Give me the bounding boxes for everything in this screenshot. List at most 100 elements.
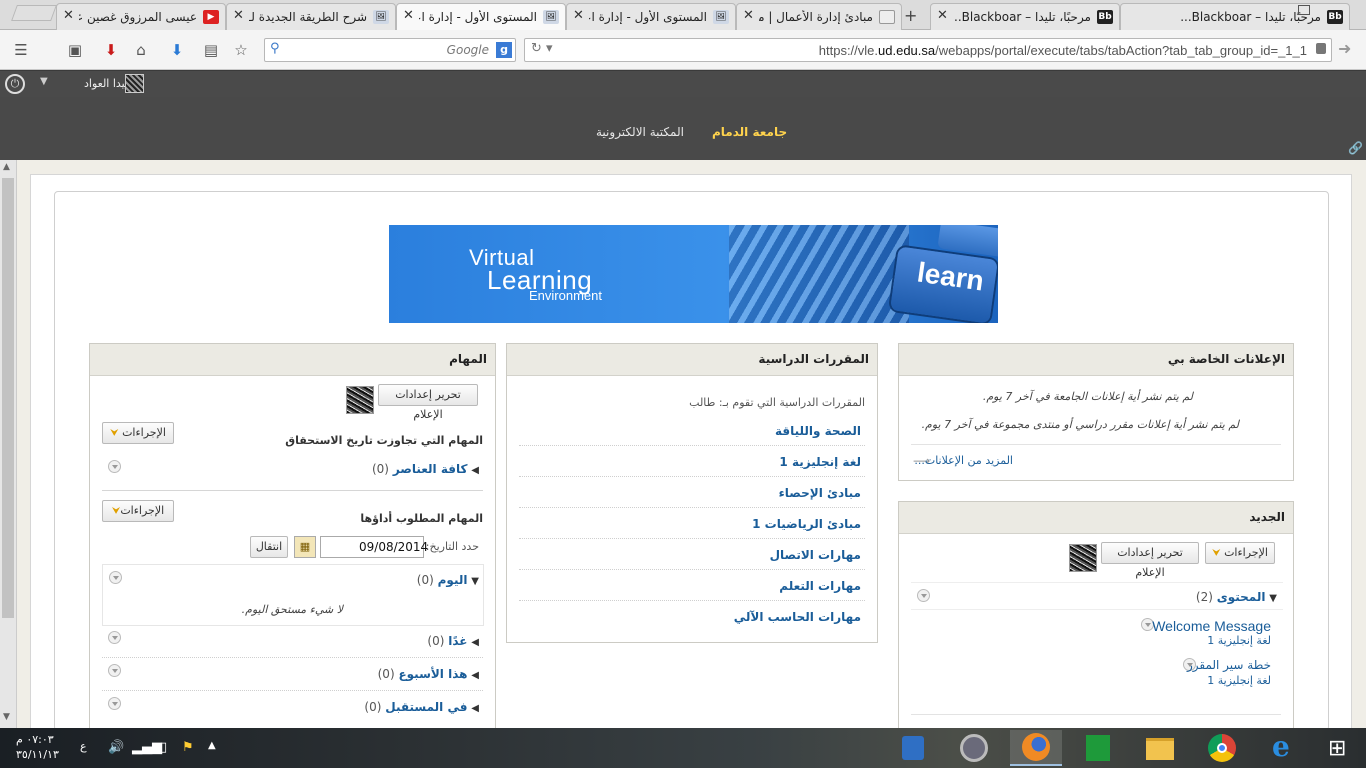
content-group-label: ▼ المحتوى (2) (1195, 590, 1277, 604)
go-arrow-icon[interactable]: ➜ (1338, 39, 1351, 58)
collapse-toggle-icon[interactable] (108, 664, 121, 677)
scrollbar-thumb[interactable] (2, 178, 14, 618)
module-header[interactable]: الجديد (899, 502, 1293, 534)
today-row[interactable]: ▼ اليوم (0) (417, 573, 479, 587)
clipboard-icon[interactable]: ▤ (200, 39, 222, 61)
actions-button[interactable]: الإجراءات ⮟ (102, 422, 174, 444)
user-menu-caret-icon[interactable]: ▼ (40, 76, 48, 87)
browser-tab[interactable]: ▶ عيسى المرزوق غصين علـ ✕ (56, 3, 226, 30)
collapse-toggle-icon[interactable] (917, 589, 930, 602)
close-tab-icon[interactable]: ✕ (573, 8, 584, 23)
browser-tab[interactable]: مبادئ إدارة الأعمال | من ✕ (736, 3, 902, 30)
windows-taskbar: ٠٧:٠٣ م ٣٥/١١/١٣ ع 🔊 ▂▄▆ ▯ ⚑ ▲ e ⊞ (0, 728, 1366, 768)
close-tab-icon[interactable]: ✕ (233, 8, 244, 23)
course-link[interactable]: الصحة واللياقة (775, 424, 861, 438)
actions-button[interactable]: الإجراءات ⮟ (1205, 542, 1275, 564)
due-date-input[interactable]: 09/08/2014 (320, 536, 428, 558)
input-language-indicator[interactable]: ع (80, 740, 87, 753)
more-announcements-link[interactable]: المزيد من الإعلانات... (914, 454, 1013, 467)
logout-power-icon[interactable]: ⏻ (5, 74, 25, 94)
new-item-title[interactable]: خطة سير المقرر (1187, 658, 1271, 672)
system-clock[interactable]: ٠٧:٠٣ م ٣٥/١١/١٣ (16, 732, 59, 762)
module-header[interactable]: الإعلانات الخاصة بي (899, 344, 1293, 376)
user-thumbnail (346, 386, 374, 414)
edit-notification-settings-button[interactable]: تحرير إعدادات الإعلام (378, 384, 478, 421)
course-link[interactable]: مهارات التعلم (779, 579, 861, 593)
browser-tab-active[interactable]: 🖼 المستوى الأول - إدارة اعـ ✕ (396, 3, 566, 31)
menu-hamburger-icon[interactable]: ☰ (10, 39, 32, 61)
collapse-toggle-icon[interactable] (108, 631, 121, 644)
tab-university[interactable]: جامعة الدمام (712, 125, 787, 139)
new-item-course[interactable]: لغة إنجليزية 1 (1207, 634, 1271, 647)
link-icon[interactable]: 🔗 (1348, 141, 1363, 155)
overdue-all-items-row[interactable]: ◀ كافة العناصر (0) (372, 462, 479, 476)
close-tab-icon[interactable]: ✕ (403, 8, 414, 23)
course-link[interactable]: مهارات الحاسب الآلي (734, 610, 861, 624)
reload-icon[interactable]: ↻ ▾ (531, 41, 553, 56)
chrome-taskbar-icon[interactable] (1196, 730, 1248, 766)
close-tab-icon[interactable]: ✕ (63, 8, 74, 23)
remote-app-taskbar-icon[interactable] (886, 730, 938, 766)
page-scrollbar[interactable]: ▲ ▼ (0, 160, 17, 728)
screenshot-addon-icon[interactable]: ▣ (64, 39, 86, 61)
close-tab-icon[interactable]: ✕ (743, 8, 754, 23)
youtube-icon: ▶ (203, 10, 219, 24)
internet-explorer-taskbar-icon[interactable]: e (1258, 730, 1310, 766)
course-link[interactable]: لغة إنجليزية 1 (779, 455, 861, 469)
collapse-toggle-icon[interactable] (108, 697, 121, 710)
calendar-icon[interactable]: ▦ (294, 536, 316, 558)
network-signal-icon[interactable]: ▂▄▆ (132, 740, 162, 755)
downloads-arrow-icon[interactable]: ⬇ (166, 39, 188, 61)
store-taskbar-icon[interactable] (1072, 730, 1124, 766)
browser-tab[interactable]: 🖼 شرح الطريقة الجديدة لـ ✕ (226, 3, 396, 30)
browser-tab[interactable]: Bb مرحبًا، تليدا – Blackboar... ✕ (930, 3, 1120, 30)
new-tab-plus-icon[interactable]: + (904, 6, 917, 25)
search-input[interactable]: ⚲ Google g (264, 38, 516, 62)
show-hidden-icons-caret[interactable]: ▲ (208, 740, 216, 751)
user-avatar[interactable] (125, 74, 144, 93)
banner-line-environment: Environment (529, 288, 602, 303)
edit-notification-settings-button[interactable]: تحرير إعدادات الإعلام (1101, 542, 1199, 579)
browser-tab[interactable]: Bb مرحبًا، تليدا – Blackboar... (1120, 3, 1350, 30)
address-bar[interactable]: ↻ ▾ https://vle.ud.edu.sa/webapps/portal… (524, 38, 1332, 62)
scroll-down-icon[interactable]: ▼ (3, 712, 10, 722)
divider (519, 445, 865, 446)
course-link[interactable]: مهارات الاتصال (770, 548, 861, 562)
browser-tab[interactable]: 🖼 المستوى الأول - إدارة اعـ ✕ (566, 3, 736, 30)
module-header[interactable]: المهام (90, 344, 495, 376)
tab-e-library[interactable]: المكتبة الالكترونية (596, 125, 684, 139)
new-item-title[interactable]: Welcome Message (1152, 618, 1271, 634)
page-thumbnail-icon: 🖼 (543, 10, 559, 24)
content-group-row[interactable]: ▼ المحتوى (2) (911, 582, 1283, 610)
close-tab-icon[interactable]: ✕ (937, 8, 948, 23)
collapse-toggle-icon[interactable] (109, 571, 122, 584)
course-link[interactable]: مبادئ الرياضيات 1 (752, 517, 861, 531)
new-item-course[interactable]: لغة إنجليزية 1 (1207, 674, 1271, 687)
tomorrow-row[interactable]: ◀ غدًا (0) (427, 634, 479, 648)
bookmark-star-icon[interactable]: ☆ (230, 39, 252, 61)
firefox-taskbar-icon[interactable] (1010, 730, 1062, 766)
course-link[interactable]: مبادئ الإحصاء (779, 486, 861, 500)
file-explorer-taskbar-icon[interactable] (1134, 730, 1186, 766)
tab-title: مرحبًا، تليدا – Blackboar... (953, 10, 1091, 24)
window-restore-icon[interactable] (1298, 5, 1310, 15)
this-week-row[interactable]: ◀ هذا الأسبوع (0) (378, 667, 479, 681)
divider (911, 714, 1281, 715)
tab-overflow[interactable] (11, 5, 57, 21)
future-row[interactable]: ◀ في المستقبل (0) (364, 700, 479, 714)
home-icon[interactable]: ⌂ (130, 39, 152, 61)
module-header[interactable]: المقررات الدراسية (507, 344, 877, 376)
battery-icon[interactable]: ▯ (160, 740, 167, 755)
actions-button[interactable]: الإجراءات⮟ (102, 500, 174, 522)
lock-icon (1316, 43, 1326, 54)
volume-icon[interactable]: 🔊 (108, 740, 124, 755)
action-center-flag-icon[interactable]: ⚑ (182, 740, 194, 755)
download-addon-icon[interactable]: ⬇ (100, 39, 122, 61)
collapse-toggle-icon[interactable] (108, 460, 121, 473)
google-icon[interactable]: g (496, 42, 512, 58)
start-button[interactable]: ⊞ (1316, 730, 1366, 766)
scroll-up-icon[interactable]: ▲ (3, 162, 10, 172)
go-button[interactable]: انتقال (250, 536, 288, 558)
windows-logo-icon: ⊞ (1328, 736, 1347, 761)
media-app-taskbar-icon[interactable] (948, 730, 1000, 766)
